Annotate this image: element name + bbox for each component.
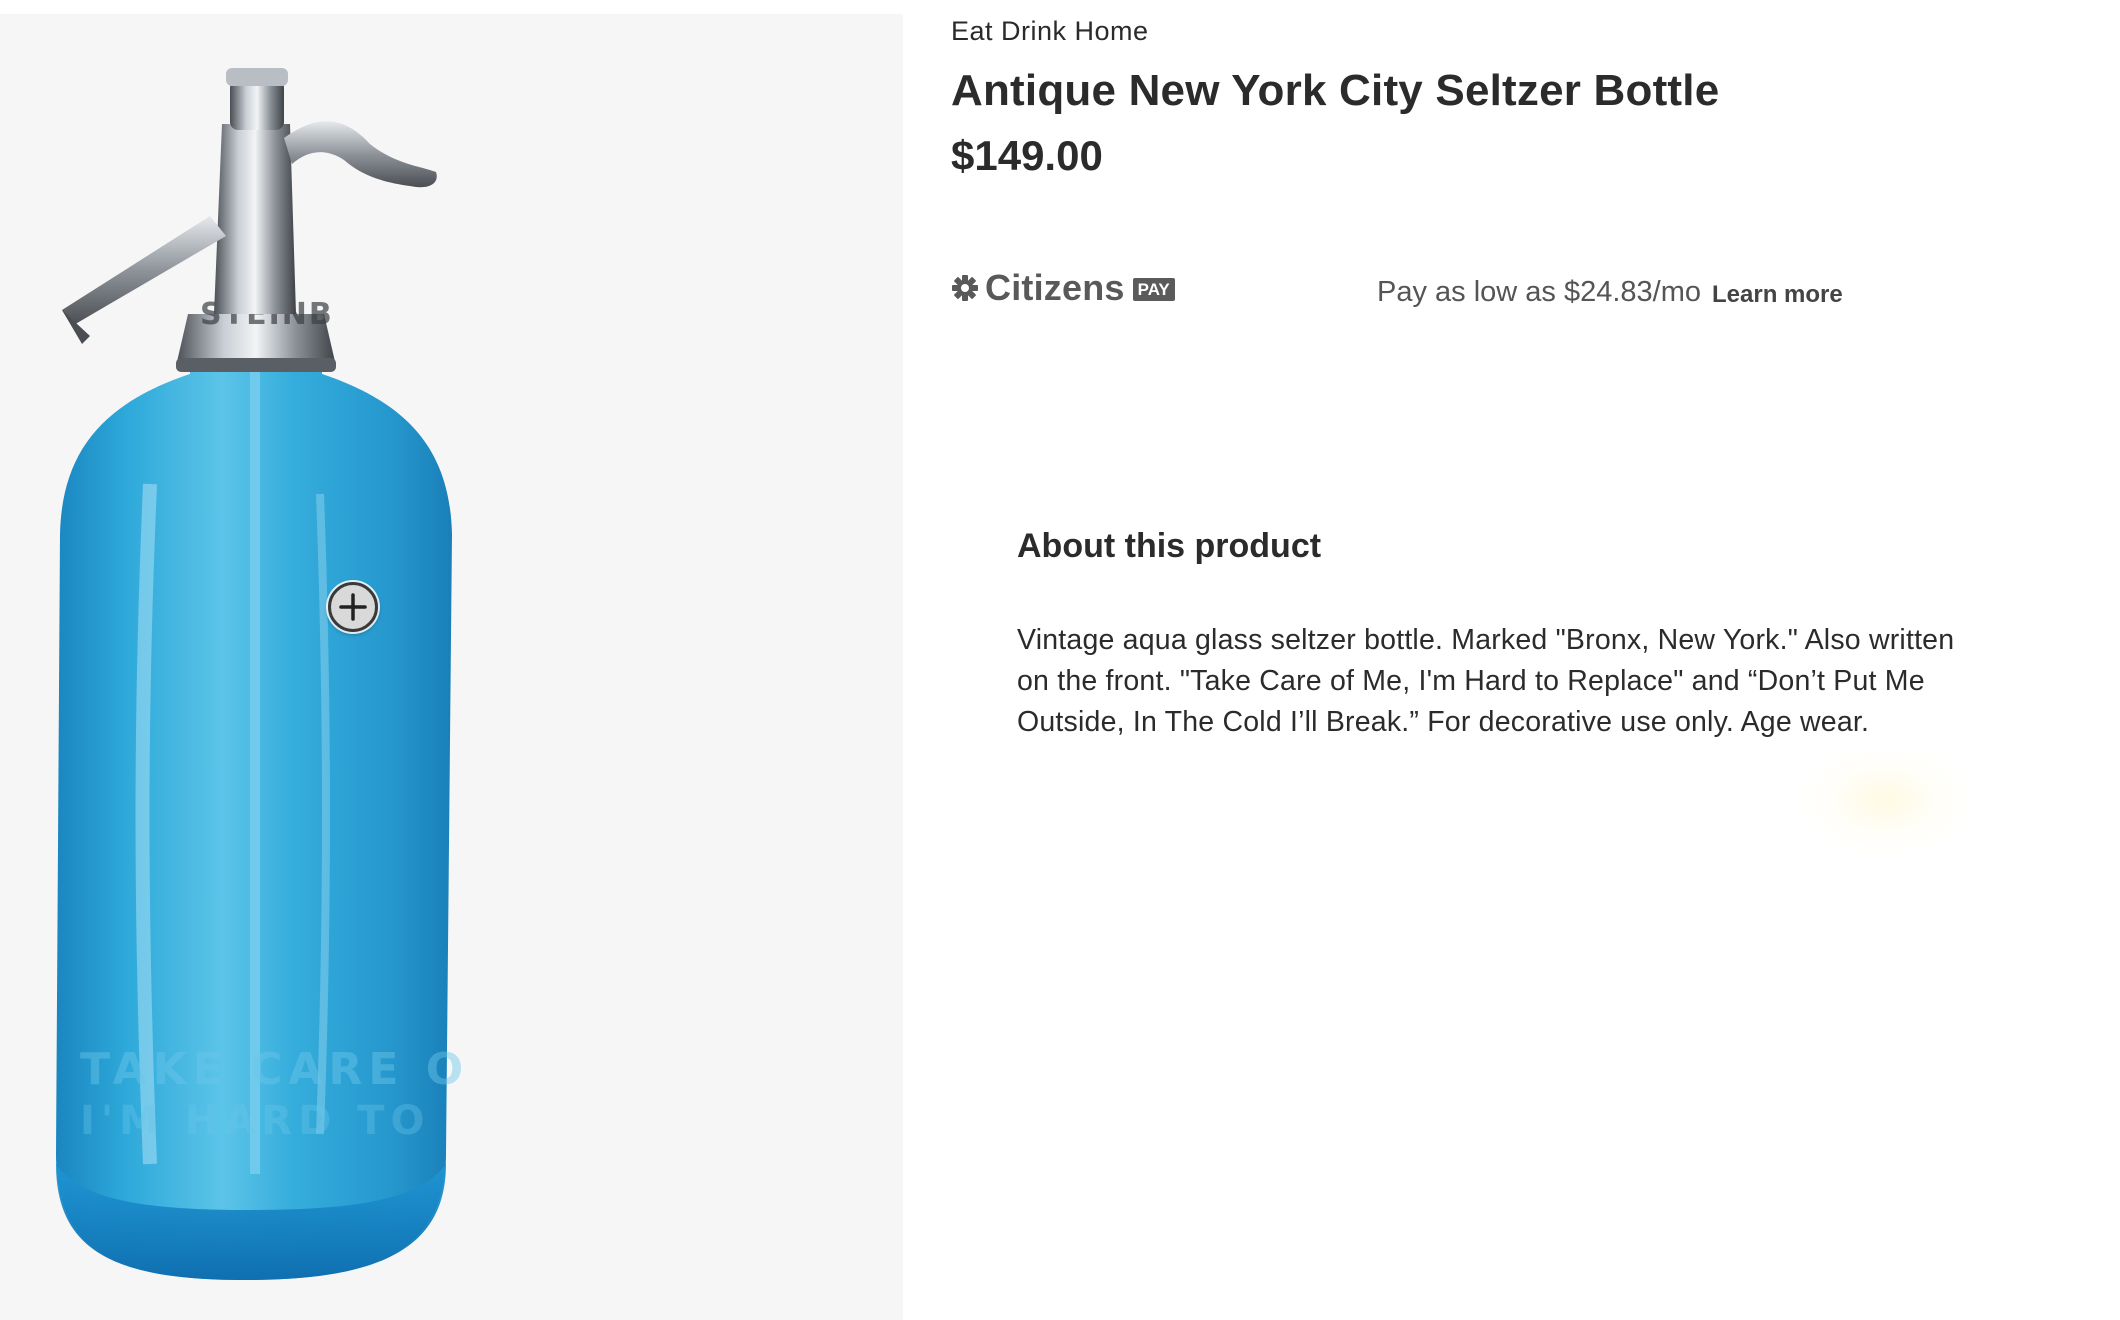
svg-text:I'M HARD TO: I'M HARD TO [80, 1098, 431, 1144]
pay-badge: PAY [1132, 277, 1175, 301]
decorative-glow [1800, 745, 1970, 855]
about-heading: About this product [1017, 527, 1322, 565]
vendor-link[interactable]: Eat Drink Home [951, 16, 1149, 47]
financing-text: Pay as low as $24.83/mo [1377, 276, 1702, 308]
citizens-pay-logo: Citizens PAY [951, 267, 1175, 308]
citizens-asterisk-icon [952, 275, 978, 301]
product-image-panel[interactable]: TAKE CARE O I'M HARD TO STEINB [0, 14, 903, 1320]
plus-circle-icon [339, 593, 367, 621]
product-image: TAKE CARE O I'M HARD TO STEINB [56, 68, 469, 1280]
learn-more-link[interactable]: Learn more [1712, 281, 1843, 309]
product-title: Antique New York City Seltzer Bottle [951, 66, 1720, 115]
svg-text:TAKE CARE O: TAKE CARE O [80, 1044, 469, 1095]
citizens-wordmark: Citizens [985, 267, 1125, 308]
about-description: Vintage aqua glass seltzer bottle. Marke… [1017, 624, 1955, 738]
zoom-button[interactable] [328, 582, 378, 632]
product-price: $149.00 [951, 132, 1103, 179]
